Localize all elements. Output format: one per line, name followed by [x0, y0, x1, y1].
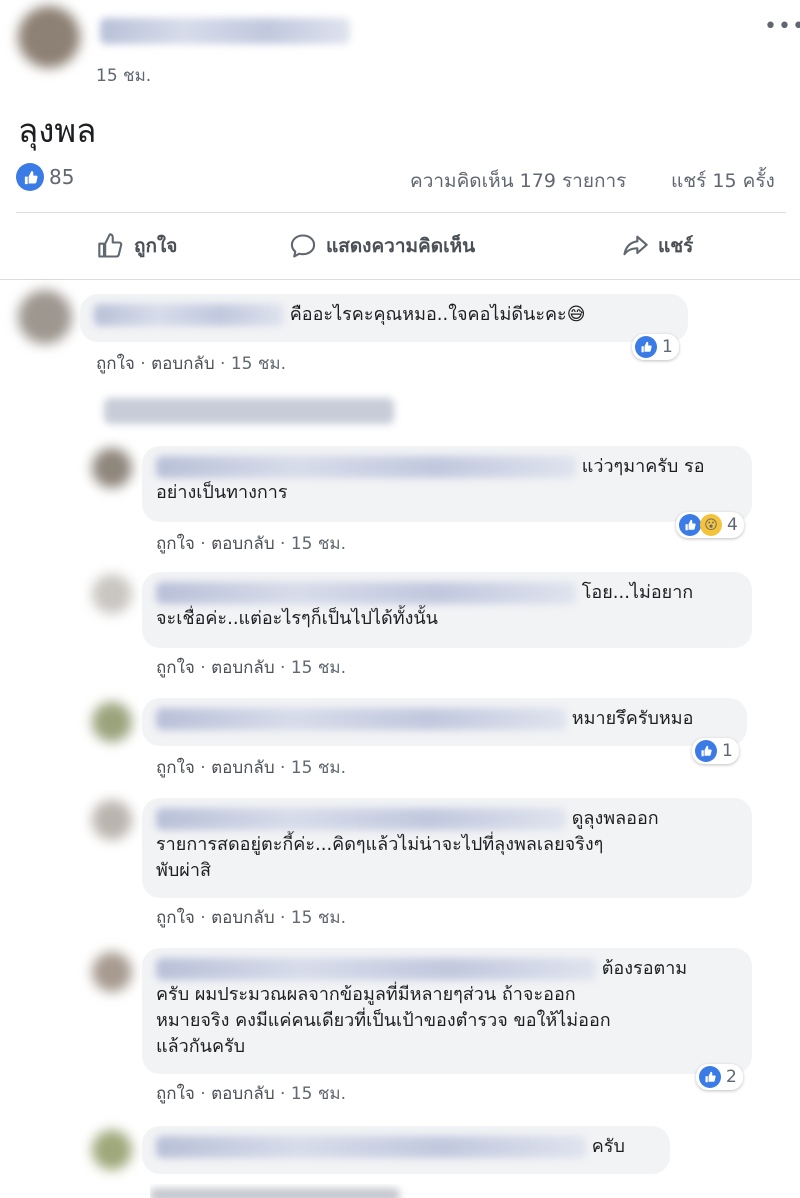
- reply-reactions[interactable]: 1: [692, 738, 739, 764]
- post-author-name[interactable]: [100, 18, 350, 44]
- comment-avatar[interactable]: [18, 290, 72, 344]
- reply-actions: ถูกใจ · ตอบกลับ · 15 ชม.: [156, 658, 347, 678]
- comment-reactions[interactable]: 1: [632, 334, 679, 360]
- share-summary[interactable]: แชร์ 15 ครั้ง: [671, 166, 775, 196]
- commenter-name[interactable]: [156, 808, 566, 830]
- thumbs-up-icon: [98, 233, 123, 258]
- reply-bubble: ดูลุงพลออก รายการสดอยู่ตะกี้ค่ะ...คิดๆแล…: [142, 798, 752, 898]
- reply-text: โอย...ไม่อยาก: [581, 582, 694, 603]
- reply-text: หมายจริง คงมีแค่คนเดียวที่เป็นเป้าของตำร…: [156, 1010, 611, 1031]
- reaction-count: 4: [727, 515, 738, 535]
- reply-reply-link[interactable]: ตอบกลับ: [211, 908, 275, 928]
- like-button-label: ถูกใจ: [134, 235, 178, 257]
- reply-text: แว่วๆมาครับ รอ: [581, 456, 705, 477]
- reply-actions: ถูกใจ · ตอบกลับ · 15 ชม.: [156, 908, 347, 928]
- like-count: 85: [49, 165, 75, 189]
- reply-actions-cut: [150, 1184, 410, 1198]
- reply-avatar[interactable]: [92, 1130, 132, 1170]
- reply-time[interactable]: 15 ชม.: [291, 908, 346, 928]
- reply-time[interactable]: 15 ชม.: [291, 658, 346, 678]
- reply-reply-link[interactable]: ตอบกลับ: [211, 758, 275, 778]
- reaction-count: 2: [726, 1067, 737, 1087]
- divider: [16, 212, 786, 213]
- comment-bubble: คืออะไรคะคุณหมอ..ใจคอไม่ดีนะคะ😅: [80, 294, 688, 342]
- reply-avatar[interactable]: [92, 800, 132, 840]
- comment-reply-link[interactable]: ตอบกลับ: [151, 354, 215, 374]
- reply-avatar[interactable]: [92, 702, 132, 742]
- commenter-name[interactable]: [94, 304, 284, 326]
- reaction-count: 1: [662, 337, 673, 357]
- comment-icon: [290, 234, 316, 258]
- reply-bubble: หมายรึครับหมอ: [142, 698, 747, 746]
- reply-like-link[interactable]: ถูกใจ: [156, 1084, 195, 1104]
- reply-bubble: แว่วๆมาครับ รอ อย่างเป็นทางการ: [142, 446, 752, 522]
- commenter-name[interactable]: [156, 958, 596, 980]
- reply-text: รายการสดอยู่ตะกี้ค่ะ...คิดๆแล้วไม่น่าจะไ…: [156, 834, 604, 855]
- post-time[interactable]: 15 ชม.: [96, 62, 151, 89]
- reply-text: หมายรึครับหมอ: [571, 708, 694, 729]
- reply-time[interactable]: 15 ชม.: [291, 1084, 346, 1104]
- like-summary[interactable]: 85: [16, 163, 74, 191]
- post-title: ลุงพล: [18, 111, 97, 150]
- reply-actions: ถูกใจ · ตอบกลับ · 15 ชม.: [156, 534, 347, 554]
- reply-text: พับผ่าสิ: [156, 860, 211, 881]
- post-author-avatar[interactable]: [18, 6, 80, 68]
- reaction-count: 1: [722, 741, 733, 761]
- reply-like-link[interactable]: ถูกใจ: [156, 534, 195, 554]
- reply-actions: ถูกใจ · ตอบกลับ · 15 ชม.: [156, 758, 347, 778]
- share-button-label: แชร์: [658, 235, 694, 257]
- reply-reply-link[interactable]: ตอบกลับ: [211, 658, 275, 678]
- reply-time[interactable]: 15 ชม.: [291, 758, 346, 778]
- reply-avatar[interactable]: [92, 952, 132, 992]
- reply-bubble: โอย...ไม่อยาก จะเชื่อค่ะ..แต่อะไรๆก็เป็น…: [142, 572, 752, 648]
- like-button[interactable]: ถูกใจ: [96, 224, 177, 268]
- reply-bubble: ครับ: [142, 1126, 670, 1174]
- share-arrow-icon: [623, 235, 648, 256]
- reply-text: ครับ ผมประมวณผลจากข้อมูลที่มีหลายๆส่วน ถ…: [156, 984, 576, 1005]
- commenter-name[interactable]: [156, 708, 566, 730]
- like-reaction-icon: [699, 1066, 721, 1088]
- reply-avatar[interactable]: [92, 574, 132, 614]
- commenter-name[interactable]: [156, 582, 576, 604]
- divider: [0, 279, 800, 280]
- reply-bubble: ต้องรอตาม ครับ ผมประมวณผลจากข้อมูลที่มีห…: [142, 948, 752, 1074]
- like-reaction-icon: [679, 514, 701, 536]
- comment-summary[interactable]: ความคิดเห็น 179 รายการ: [410, 166, 626, 196]
- reply-like-link[interactable]: ถูกใจ: [156, 758, 195, 778]
- like-icon: [16, 163, 44, 191]
- reply-text: ครับ: [591, 1136, 625, 1157]
- reply-reactions[interactable]: 😮 4: [676, 512, 744, 538]
- reply-avatar[interactable]: [92, 448, 132, 488]
- comment-like-link[interactable]: ถูกใจ: [96, 354, 135, 374]
- reply-like-link[interactable]: ถูกใจ: [156, 658, 195, 678]
- reply-text: ต้องรอตาม: [601, 958, 688, 979]
- reply-reactions[interactable]: 2: [696, 1064, 743, 1090]
- reply-text: แล้วกันครับ: [156, 1036, 246, 1057]
- commenter-name[interactable]: [156, 456, 576, 478]
- reply-time[interactable]: 15 ชม.: [291, 534, 346, 554]
- reply-actions: ถูกใจ · ตอบกลับ · 15 ชม.: [156, 1084, 347, 1104]
- wow-reaction-icon: 😮: [700, 514, 722, 536]
- comment-actions: ถูกใจ · ตอบกลับ · 15 ชม.: [96, 354, 287, 374]
- comment-text: คืออะไรคะคุณหมอ..ใจคอไม่ดีนะคะ😅: [289, 304, 586, 325]
- reply-text: จะเชื่อค่ะ..แต่อะไรๆก็เป็นไปได้ทั้งนั้น: [156, 608, 438, 629]
- comment-button[interactable]: แสดงความคิดเห็น: [288, 224, 475, 268]
- like-reaction-icon: [635, 336, 657, 358]
- comment-button-label: แสดงความคิดเห็น: [326, 235, 476, 257]
- commenter-name[interactable]: [156, 1136, 586, 1158]
- like-reaction-icon: [695, 740, 717, 762]
- reply-text: ดูลุงพลออก: [571, 808, 659, 829]
- reply-like-link[interactable]: ถูกใจ: [156, 908, 195, 928]
- reply-text: อย่างเป็นทางการ: [156, 482, 288, 503]
- share-button[interactable]: แชร์: [620, 224, 693, 268]
- reply-reply-link[interactable]: ตอบกลับ: [211, 534, 275, 554]
- comment-time[interactable]: 15 ชม.: [231, 354, 286, 374]
- reply-reply-link[interactable]: ตอบกลับ: [211, 1084, 275, 1104]
- view-replies-link[interactable]: [104, 398, 394, 424]
- more-horizontal-icon[interactable]: •••: [764, 14, 800, 39]
